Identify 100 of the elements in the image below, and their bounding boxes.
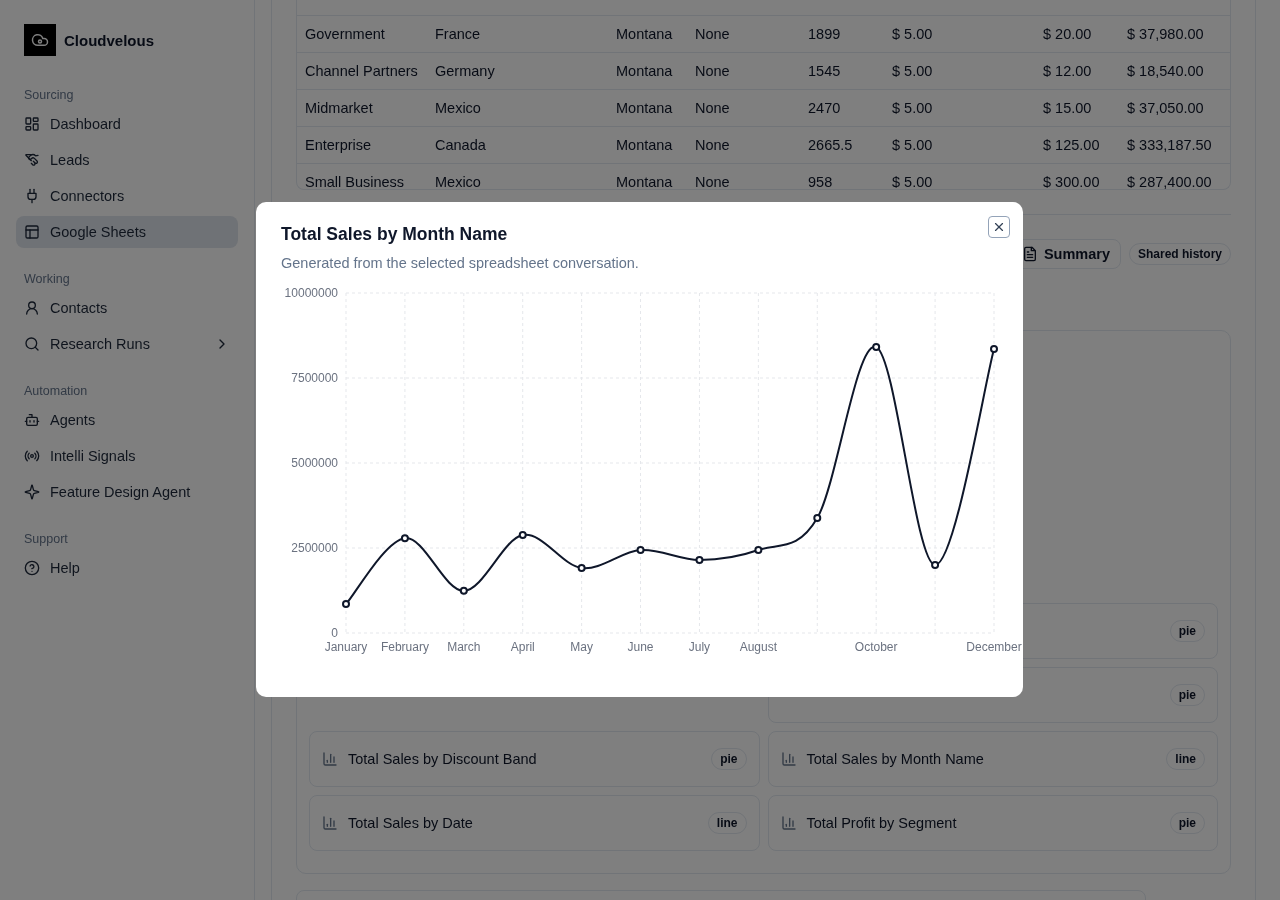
sidebar-item[interactable]: Contacts	[16, 292, 238, 324]
chart-title: Total Sales by Month Name	[806, 751, 985, 767]
table-cell-text: None	[695, 26, 731, 43]
axis-label: March	[447, 640, 481, 654]
search-icon	[24, 336, 40, 352]
axis-label: October	[854, 640, 898, 654]
chart-list-item[interactable]: Total Sales by Discount Band pie	[309, 731, 760, 787]
dialog-subtitle: Generated from the selected spreadsheet conversation.	[281, 255, 640, 271]
dialog-title: Total Sales by Month Name	[281, 224, 509, 245]
sidebar-item[interactable]: Agents	[16, 404, 238, 436]
axis-label: 7500000	[291, 371, 338, 385]
table-cell-text: $ 5.00	[892, 137, 934, 154]
table-cell-text: $ 287,400.00	[1127, 174, 1213, 189]
table-cell-text: Canada	[435, 137, 487, 154]
data-point	[518, 531, 527, 540]
data-point	[695, 555, 704, 564]
bar-chart-icon	[780, 815, 797, 831]
brand-name: Cloudvelous	[64, 31, 154, 49]
chart-title: Total Sales by Date	[348, 815, 474, 831]
table-cell-text: $ 18,540.00	[1127, 63, 1205, 80]
data-point	[813, 514, 822, 523]
plug-icon	[24, 188, 40, 204]
section-title: Support	[23, 532, 69, 546]
chart-title: Total Sales by Discount Band	[348, 751, 538, 767]
table-cell-text: Mexico	[435, 100, 482, 117]
section-title: Automation	[23, 384, 89, 398]
table-cell-text: None	[695, 137, 731, 154]
axis-label: April	[510, 640, 535, 654]
sidebar-item[interactable]: Leads	[16, 144, 238, 176]
table-cell-text: Montana	[616, 100, 674, 117]
bar-chart-icon	[322, 815, 338, 831]
table-icon	[24, 224, 40, 240]
data-point	[931, 561, 940, 569]
robot-icon	[24, 412, 40, 428]
data-point	[342, 600, 350, 609]
table-cell-text: $ 15.00	[1043, 100, 1093, 117]
axis-label: May	[570, 640, 593, 654]
bar-chart-icon	[322, 751, 338, 767]
table-cell-text: Enterprise	[305, 137, 373, 154]
sparkles-icon	[24, 484, 40, 500]
sidebar-item[interactable]: Connectors	[16, 180, 238, 212]
axis-label: August	[739, 640, 778, 654]
sidebar-item[interactable]: Feature Design Agent	[16, 476, 238, 508]
close-button[interactable]	[988, 216, 1010, 238]
table-cell-text: France	[435, 26, 482, 43]
chart-list-item[interactable]: Total Profit by Segment pie	[767, 795, 1218, 851]
axis-label: June	[627, 640, 654, 654]
sidebar-item[interactable]: Dashboard	[16, 108, 238, 140]
bar-chart-icon	[780, 751, 797, 767]
table-cell-text: Small Business	[305, 174, 406, 189]
table-cell-text: Channel Partners	[305, 63, 419, 80]
chart-list-item[interactable]: Total Sales by Month Name line	[767, 731, 1218, 787]
table-cell-text: 1545	[808, 63, 842, 80]
axis-label: 5000000	[291, 456, 338, 470]
table-cell-text: Germany	[435, 63, 496, 80]
data-point	[577, 564, 586, 573]
table-cell-text: 2470	[808, 100, 842, 117]
table-cell-text: $ 5.00	[892, 100, 934, 117]
chart-list-item[interactable]: Total Sales by Date line	[309, 795, 760, 851]
axis-label: 2500000	[291, 541, 338, 555]
table-cell-text: $ 37,980.00	[1127, 26, 1205, 43]
table-cell-text: Mexico	[435, 174, 482, 189]
document-icon	[1021, 246, 1038, 262]
table-cell-text: $ 5.00	[892, 26, 934, 43]
person-icon	[24, 300, 40, 316]
table-cell-text: $ 20.00	[1043, 26, 1093, 43]
axis-label: 0	[331, 626, 338, 640]
close-icon	[992, 220, 1006, 234]
table-cell-text: $ 5.00	[892, 174, 934, 189]
data-point	[459, 586, 468, 595]
table-cell-text: $ 125.00	[1043, 137, 1101, 154]
table-cell-text: Government	[305, 26, 386, 43]
table-cell-text: 958	[808, 174, 834, 189]
table-cell-text: 2665.5	[808, 137, 854, 154]
table-cell-text: $ 12.00	[1043, 63, 1093, 80]
history-chip[interactable]: Shared history	[1128, 243, 1231, 265]
section-title: Working	[23, 272, 71, 286]
table-cell-text: None	[695, 63, 731, 80]
table-cell-text: None	[695, 174, 731, 189]
table-cell-text: Montana	[616, 137, 674, 154]
data-point	[636, 546, 645, 555]
table-cell-text: Montana	[616, 174, 674, 189]
sidebar-item[interactable]: Google Sheets	[16, 216, 238, 248]
table-cell-text: $ 300.00	[1043, 174, 1101, 189]
data-point	[754, 546, 763, 555]
handshake-icon	[24, 152, 40, 168]
axis-label: January	[324, 640, 368, 654]
table-cell-text: 1899	[808, 26, 842, 43]
table-cell-text: $ 37,050.00	[1127, 100, 1205, 117]
data-point	[400, 534, 409, 543]
axis-label: December	[966, 640, 1022, 654]
table-cell-text: $ 5.00	[892, 63, 934, 80]
sidebar-item[interactable]: Research Runs	[16, 328, 238, 360]
sidebar-item[interactable]: Intelli Signals	[16, 440, 238, 472]
axis-label: July	[688, 640, 711, 654]
sidebar-item[interactable]: Help	[16, 552, 238, 584]
signal-icon	[24, 448, 40, 464]
table-cell-text: Midmarket	[305, 100, 374, 117]
chart-title: Total Profit by Segment	[806, 815, 958, 831]
dashboard-icon	[24, 116, 40, 132]
